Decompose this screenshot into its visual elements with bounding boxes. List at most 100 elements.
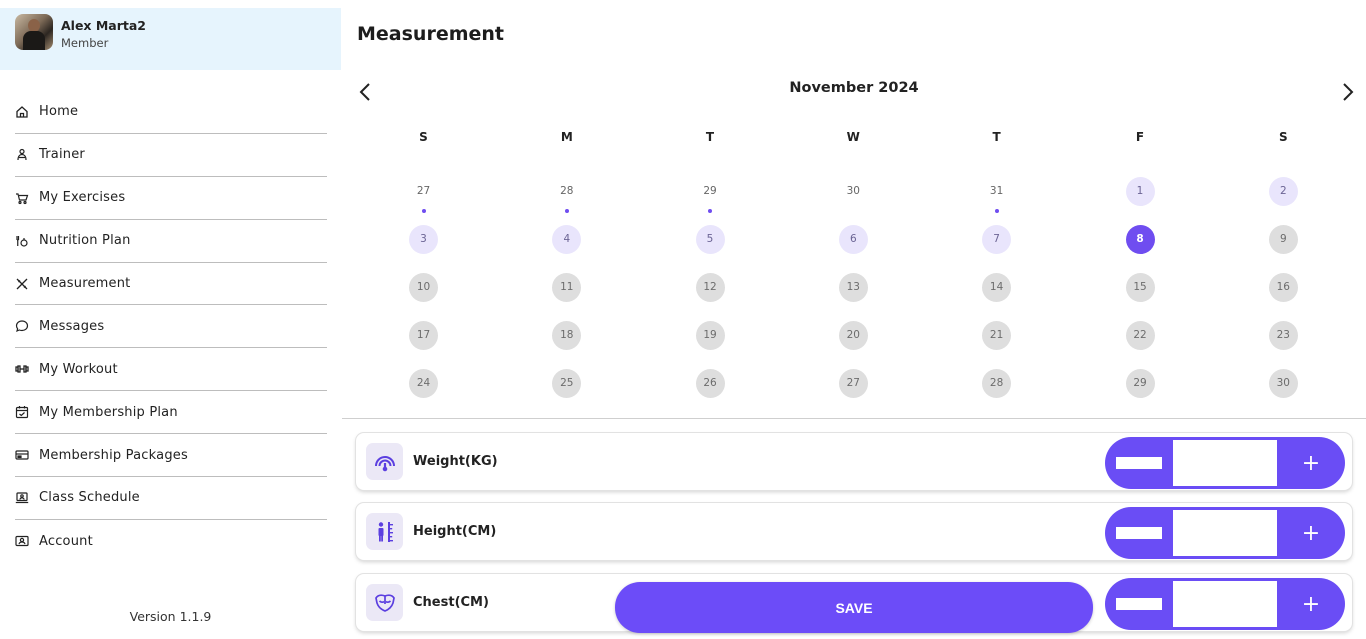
weight-value-input[interactable] <box>1173 440 1277 486</box>
calendar-day[interactable]: 26 <box>695 368 725 398</box>
sidebar-item-messages[interactable]: Messages <box>15 305 327 349</box>
sidebar-item-measurement[interactable]: Measurement <box>15 263 327 306</box>
weekday-label: S <box>419 130 428 144</box>
calendar-day[interactable]: 16 <box>1268 272 1298 302</box>
calendar-day[interactable]: 25 <box>552 368 582 398</box>
decrement-button[interactable] <box>1105 507 1173 559</box>
sidebar-item-nutrition-plan[interactable]: Nutrition Plan <box>15 220 327 263</box>
calendar-day[interactable]: 31 <box>982 177 1011 206</box>
calendar-day[interactable]: 29 <box>1125 368 1155 398</box>
chevron-left-icon <box>359 83 370 101</box>
calendar-day[interactable]: 14 <box>982 272 1012 302</box>
sidebar-item-label: Messages <box>39 318 105 334</box>
calendar-day[interactable]: 23 <box>1268 320 1298 350</box>
sidebar-item-account[interactable]: Account <box>15 520 327 563</box>
height-value-input[interactable] <box>1173 510 1277 556</box>
laptop-user-icon <box>15 491 29 505</box>
calendar-day[interactable]: 30 <box>839 177 868 206</box>
sidebar-item-my-workout[interactable]: My Workout <box>15 348 327 392</box>
calendar-day[interactable]: 24 <box>409 368 438 398</box>
sidebar-item-label: My Membership Plan <box>39 404 178 420</box>
measurement-label: Chest(CM) <box>413 595 489 610</box>
calendar-day[interactable]: 29 <box>696 177 725 206</box>
sidebar-item-label: Membership Packages <box>39 447 188 463</box>
trainer-icon <box>15 148 29 162</box>
next-month-button[interactable] <box>1337 80 1359 104</box>
calendar-day[interactable]: 30 <box>1268 368 1298 398</box>
measurement-icon <box>15 277 29 291</box>
measurement-label: Weight(KG) <box>413 454 498 469</box>
calendar-day[interactable]: 7 <box>982 224 1012 254</box>
calendar-day[interactable]: 18 <box>552 320 582 350</box>
dumbbell-icon <box>15 362 29 376</box>
sidebar-nav: Home Trainer My Exercises Nutrition Plan… <box>15 91 327 563</box>
sidebar-item-label: Account <box>39 533 93 549</box>
decrement-button[interactable] <box>1105 578 1173 630</box>
calendar-day-selected[interactable]: 8 <box>1125 224 1155 254</box>
divider <box>342 418 1366 419</box>
calendar-day[interactable]: 5 <box>695 224 725 254</box>
minus-icon <box>1116 598 1162 610</box>
chest-stepper: + <box>1105 578 1345 630</box>
weekday-label: M <box>560 130 573 144</box>
chat-icon <box>15 319 29 333</box>
profile-card[interactable]: Alex Marta2 Member <box>0 8 341 70</box>
event-dot <box>564 209 569 213</box>
calendar-day[interactable]: 28 <box>552 177 581 206</box>
measurement-card-height: Height(CM) + <box>356 503 1352 560</box>
prev-month-button[interactable] <box>354 80 376 104</box>
calendar-day[interactable]: 9 <box>1268 224 1298 254</box>
increment-button[interactable]: + <box>1277 437 1345 489</box>
sidebar-item-my-exercises[interactable]: My Exercises <box>15 177 327 220</box>
weekday-header: SMTWTFS <box>0 130 1366 148</box>
calendar-day[interactable]: 13 <box>838 272 868 302</box>
minus-icon <box>1116 527 1162 539</box>
sidebar-item-label: My Exercises <box>39 190 126 206</box>
calendar-day[interactable]: 10 <box>409 272 438 302</box>
calendar-day[interactable]: 2 <box>1268 176 1298 206</box>
chest-value-input[interactable] <box>1173 581 1277 627</box>
calendar-day[interactable]: 3 <box>409 224 438 254</box>
increment-button[interactable]: + <box>1277 507 1345 559</box>
home-icon <box>15 105 29 119</box>
profile-name: Alex Marta2 <box>61 18 146 33</box>
calendar-day[interactable]: 4 <box>552 224 582 254</box>
event-dot <box>994 209 999 213</box>
calendar-day[interactable]: 20 <box>838 320 868 350</box>
calendar-day[interactable]: 12 <box>695 272 725 302</box>
page-title: Measurement <box>357 23 504 45</box>
calendar-day[interactable]: 17 <box>409 320 438 350</box>
chest-icon <box>366 584 403 621</box>
sidebar-item-label: Measurement <box>39 276 131 291</box>
sidebar-item-class-schedule[interactable]: Class Schedule <box>15 477 327 520</box>
save-button[interactable]: SAVE <box>615 582 1093 633</box>
calendar-day[interactable]: 15 <box>1125 272 1155 302</box>
calendar-day[interactable]: 11 <box>552 272 582 302</box>
calendar-day[interactable]: 1 <box>1125 176 1155 206</box>
month-label: November 2024 <box>789 80 919 96</box>
nutrition-icon <box>15 234 29 248</box>
calendar-day[interactable]: 6 <box>838 224 868 254</box>
sidebar-item-my-membership-plan[interactable]: My Membership Plan <box>15 391 327 435</box>
profile-role: Member <box>61 36 109 50</box>
weekday-label: T <box>705 130 715 144</box>
weight-stepper: + <box>1105 437 1345 489</box>
measurement-card-weight: Weight(KG) + <box>356 433 1352 490</box>
sidebar-item-label: My Workout <box>39 361 118 377</box>
calendar-day[interactable]: 27 <box>409 177 438 206</box>
calendar-day[interactable]: 22 <box>1125 320 1155 350</box>
sidebar-item-membership-packages[interactable]: Membership Packages <box>15 434 327 478</box>
weekday-label: W <box>846 130 860 144</box>
calendar-day[interactable]: 21 <box>982 320 1012 350</box>
increment-button[interactable]: + <box>1277 578 1345 630</box>
calendar-day[interactable]: 27 <box>838 368 868 398</box>
calendar-day[interactable]: 19 <box>695 320 725 350</box>
avatar <box>15 14 53 50</box>
calendar-header: November 2024 <box>342 78 1366 102</box>
chevron-right-icon <box>1343 83 1354 101</box>
decrement-button[interactable] <box>1105 437 1173 489</box>
calendar-day[interactable]: 28 <box>982 368 1012 398</box>
event-dot <box>421 209 426 213</box>
sidebar-item-label: Nutrition Plan <box>39 233 131 249</box>
sidebar-item-home[interactable]: Home <box>15 91 327 134</box>
